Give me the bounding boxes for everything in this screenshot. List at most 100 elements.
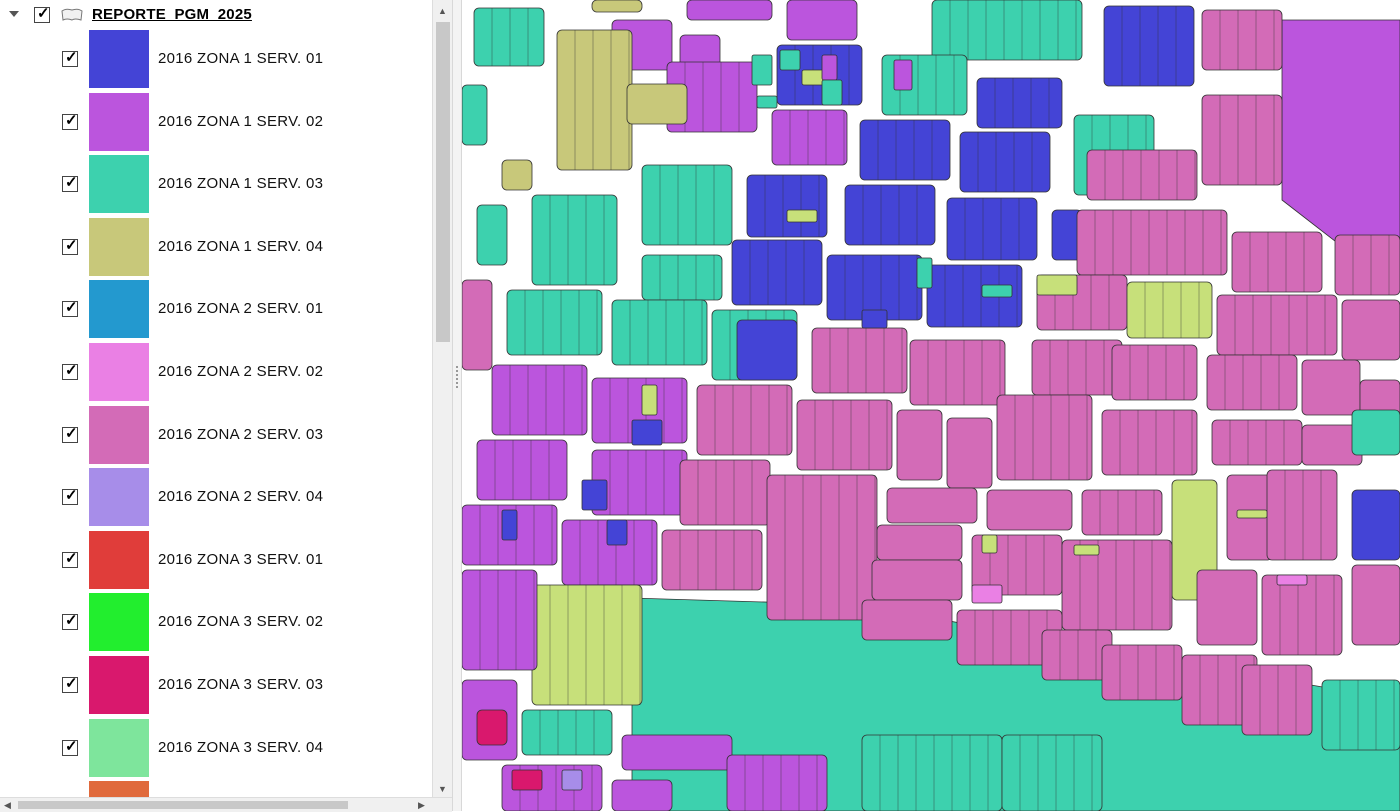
parcel-block[interactable] — [1001, 734, 1103, 811]
legend-item[interactable]: ✓ 2016 ZONA 2 SERV. 04 — [0, 466, 432, 529]
horizontal-scrollbar[interactable]: ◀ ▶ — [0, 797, 452, 812]
parcel-block[interactable] — [1231, 231, 1323, 293]
parcel-lot[interactable] — [606, 519, 628, 546]
parcel-block[interactable] — [746, 174, 828, 238]
parcel-block[interactable] — [1086, 149, 1198, 201]
legend-item[interactable]: ✓ 2016 ZONA 1 SERV. 01 — [0, 28, 432, 91]
legend-item[interactable]: ✓ 2016 ZONA 3 SERV. 03 — [0, 654, 432, 717]
parcel-block[interactable] — [796, 399, 893, 471]
vertical-scrollbar[interactable]: ▲ ▼ — [432, 0, 453, 797]
scroll-down-icon[interactable]: ▼ — [438, 784, 447, 794]
panel-splitter[interactable] — [452, 0, 462, 811]
parcel-block[interactable] — [611, 779, 673, 811]
legend-item-checkbox[interactable]: ✓ — [62, 550, 78, 568]
parcel-block[interactable] — [996, 394, 1093, 481]
legend-item[interactable]: ✓ 2016 ZONA 2 SERV. 03 — [0, 404, 432, 467]
parcel-block[interactable] — [462, 569, 538, 671]
parcel-lot[interactable] — [1073, 544, 1100, 556]
legend-item-checkbox[interactable]: ✓ — [62, 362, 78, 380]
parcel-block[interactable] — [861, 734, 1003, 811]
parcel-block[interactable] — [531, 584, 643, 706]
parcel-lot[interactable] — [861, 309, 888, 329]
parcel-block[interactable] — [1101, 409, 1198, 476]
legend-item-checkbox[interactable]: ✓ — [62, 675, 78, 693]
legend-item-checkbox[interactable]: ✓ — [62, 487, 78, 506]
scroll-up-icon[interactable]: ▲ — [438, 6, 447, 16]
parcel-block[interactable] — [1261, 574, 1343, 656]
parcel-block[interactable] — [626, 83, 688, 125]
parcel-block[interactable] — [859, 119, 951, 181]
parcel-block[interactable] — [476, 439, 568, 501]
parcel-lot[interactable] — [971, 584, 1003, 604]
parcel-block[interactable] — [736, 319, 798, 381]
parcel-block[interactable] — [521, 709, 613, 756]
parcel-lot[interactable] — [756, 95, 778, 109]
parcel-block[interactable] — [462, 84, 488, 146]
parcel-block[interactable] — [1103, 5, 1195, 87]
legend-item[interactable]: ✓ 2016 ZONA 2 SERV. 01 — [0, 278, 432, 341]
parcel-lot[interactable] — [916, 257, 933, 289]
parcel-lot[interactable] — [501, 509, 518, 541]
parcel-block[interactable] — [591, 0, 643, 13]
parcel-lot[interactable] — [751, 54, 773, 86]
parcel-block[interactable] — [661, 529, 763, 591]
parcel-block[interactable] — [641, 254, 723, 301]
parcel-block[interactable] — [946, 417, 993, 489]
parcel-block[interactable] — [896, 409, 943, 481]
parcel-block[interactable] — [1126, 281, 1213, 339]
legend-item-checkbox[interactable]: ✓ — [62, 174, 78, 193]
parcel-lot[interactable] — [786, 209, 818, 223]
group-visibility-checkbox[interactable]: ✓ — [34, 5, 50, 23]
parcel-lot[interactable] — [1276, 574, 1308, 586]
parcel-block[interactable] — [1081, 489, 1163, 536]
parcel-block[interactable] — [473, 7, 545, 67]
expand-arrow-icon[interactable] — [9, 11, 19, 17]
legend-item-checkbox[interactable]: ✓ — [62, 612, 78, 631]
parcel-block[interactable] — [1076, 209, 1228, 276]
parcel-block[interactable] — [986, 489, 1073, 531]
parcel-block[interactable] — [959, 131, 1051, 193]
parcel-block[interactable] — [946, 197, 1038, 261]
map-parcels[interactable] — [462, 0, 1400, 811]
legend-item[interactable]: ✓ 2016 ZONA 3 SERV. 04 — [0, 717, 432, 780]
parcel-block[interactable] — [611, 299, 708, 366]
parcel-block[interactable] — [476, 204, 508, 266]
legend-item-checkbox[interactable]: ✓ — [62, 49, 78, 67]
splitter-grip-icon[interactable] — [456, 366, 460, 388]
layer-group-row[interactable]: ✓ REPORTE_PGM_2025 — [0, 0, 432, 30]
parcel-block[interactable] — [556, 29, 633, 171]
parcel-lot[interactable] — [561, 769, 583, 791]
parcel-block[interactable] — [771, 109, 848, 166]
parcel-lot[interactable] — [821, 54, 838, 81]
parcel-block[interactable] — [1101, 644, 1183, 701]
map-canvas[interactable] — [462, 0, 1400, 811]
legend-item[interactable]: ✓ 2016 ZONA 3 SERV. 02 — [0, 591, 432, 654]
parcel-block[interactable] — [506, 289, 603, 356]
legend-item[interactable]: ✓ 2016 ZONA 2 SERV. 02 — [0, 341, 432, 404]
parcel-lot[interactable] — [511, 769, 543, 791]
parcel-block[interactable] — [1281, 19, 1400, 263]
parcel-block[interactable] — [871, 559, 963, 601]
parcel-lot[interactable] — [779, 49, 801, 71]
layer-group-label[interactable]: REPORTE_PGM_2025 — [92, 6, 252, 23]
parcel-block[interactable] — [731, 239, 823, 306]
parcel-block[interactable] — [491, 364, 588, 436]
parcel-block[interactable] — [976, 77, 1063, 129]
parcel-block[interactable] — [766, 474, 878, 621]
legend-item-checkbox[interactable]: ✓ — [62, 425, 78, 443]
parcel-block[interactable] — [476, 709, 508, 746]
parcel-block[interactable] — [1206, 354, 1298, 411]
parcel-lot[interactable] — [981, 284, 1013, 298]
vertical-scroll-thumb[interactable] — [436, 22, 450, 342]
parcel-block[interactable] — [931, 0, 1083, 61]
parcel-block[interactable] — [1266, 469, 1338, 561]
horizontal-scroll-thumb[interactable] — [18, 801, 348, 809]
scroll-left-icon[interactable]: ◀ — [4, 800, 11, 810]
parcel-lot[interactable] — [631, 419, 663, 446]
parcel-block[interactable] — [1351, 489, 1400, 561]
parcel-lot[interactable] — [1236, 509, 1268, 519]
parcel-block[interactable] — [876, 524, 963, 561]
parcel-block[interactable] — [844, 184, 936, 246]
parcel-block[interactable] — [1241, 664, 1313, 736]
parcel-block[interactable] — [501, 159, 533, 191]
